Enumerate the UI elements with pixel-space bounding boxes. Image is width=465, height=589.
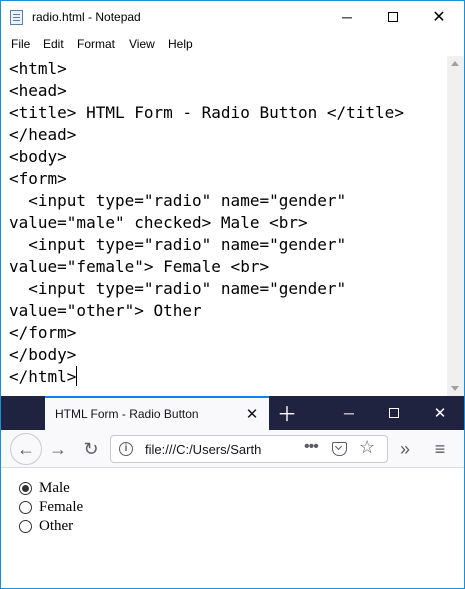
new-tab-button[interactable]: ＋ [275, 400, 299, 426]
navigation-toolbar: ← → ↻ i file:///C:/Users/Sarth ••• ☆ » ≡ [1, 430, 464, 468]
tab-title: HTML Form - Radio Button [55, 407, 199, 421]
menu-view[interactable]: View [129, 37, 155, 51]
radio-male[interactable]: Male [19, 479, 70, 498]
forward-button[interactable]: → [43, 434, 73, 464]
maximize-button[interactable] [370, 1, 416, 33]
menu-help[interactable]: Help [168, 37, 193, 51]
url-bar[interactable]: i file:///C:/Users/Sarth ••• ☆ [110, 435, 388, 463]
scroll-down-icon[interactable] [451, 386, 459, 391]
chevron-double-right-icon: » [399, 438, 410, 459]
radio-button[interactable] [19, 501, 32, 514]
url-text[interactable]: file:///C:/Users/Sarth [145, 442, 295, 457]
star-icon[interactable]: ☆ [359, 437, 375, 458]
reload-icon: ↻ [83, 438, 99, 459]
notepad-title: radio.html - Notepad [32, 10, 141, 24]
close-icon: ✕ [432, 9, 446, 26]
maximize-button[interactable] [371, 398, 417, 428]
notepad-titlebar[interactable]: radio.html - Notepad ─ ✕ [1, 1, 464, 33]
info-icon[interactable]: i [119, 442, 133, 456]
radio-button[interactable] [19, 520, 32, 533]
menu-edit[interactable]: Edit [43, 37, 64, 51]
minimize-button[interactable]: ─ [324, 1, 370, 33]
radio-label: Female [39, 499, 84, 515]
arrow-left-icon: ← [17, 438, 35, 459]
close-button[interactable]: ✕ [416, 1, 462, 33]
back-button[interactable]: ← [10, 433, 42, 465]
vertical-scrollbar[interactable] [447, 56, 464, 397]
menu-format[interactable]: Format [77, 37, 115, 51]
radio-button[interactable] [19, 482, 32, 495]
tab-strip: HTML Form - Radio Button ✕ ＋ ─ ✕ [1, 396, 464, 430]
maximize-icon [389, 408, 399, 418]
browser-tab[interactable]: HTML Form - Radio Button ✕ [45, 396, 269, 430]
pocket-icon[interactable] [332, 442, 347, 456]
radio-other[interactable]: Other [19, 517, 73, 536]
radio-female[interactable]: Female [19, 498, 83, 517]
notepad-app-icon [10, 10, 23, 25]
app-menu-button[interactable]: ≡ [425, 434, 455, 464]
text-caret [76, 366, 78, 386]
radio-label: Other [39, 518, 74, 534]
notepad-code: <html> <head> <title> HTML Form - Radio … [9, 59, 404, 386]
overflow-button[interactable]: » [393, 434, 417, 464]
minimize-icon: ─ [342, 9, 352, 25]
more-icon[interactable]: ••• [304, 438, 319, 456]
notepad-text-area[interactable]: <html> <head> <title> HTML Form - Radio … [1, 56, 447, 397]
radio-label: Male [39, 480, 70, 496]
plus-icon: ＋ [277, 403, 297, 426]
maximize-icon [388, 12, 398, 22]
scroll-up-icon[interactable] [451, 61, 459, 66]
minimize-button[interactable]: ─ [326, 398, 372, 428]
close-icon: ✕ [433, 405, 447, 422]
firefox-window: HTML Form - Radio Button ✕ ＋ ─ ✕ ← → ↻ i… [0, 396, 465, 589]
notepad-menubar: File Edit Format View Help [1, 33, 464, 55]
notepad-window: radio.html - Notepad ─ ✕ File Edit Forma… [0, 0, 465, 397]
close-icon[interactable]: ✕ [242, 404, 262, 424]
minimize-icon: ─ [344, 405, 354, 421]
arrow-right-icon: → [49, 438, 67, 459]
close-button[interactable]: ✕ [417, 398, 463, 428]
reload-button[interactable]: ↻ [76, 434, 106, 464]
hamburger-icon: ≡ [434, 438, 446, 459]
menu-file[interactable]: File [11, 37, 30, 51]
page-content: Male Female Other [1, 469, 464, 588]
